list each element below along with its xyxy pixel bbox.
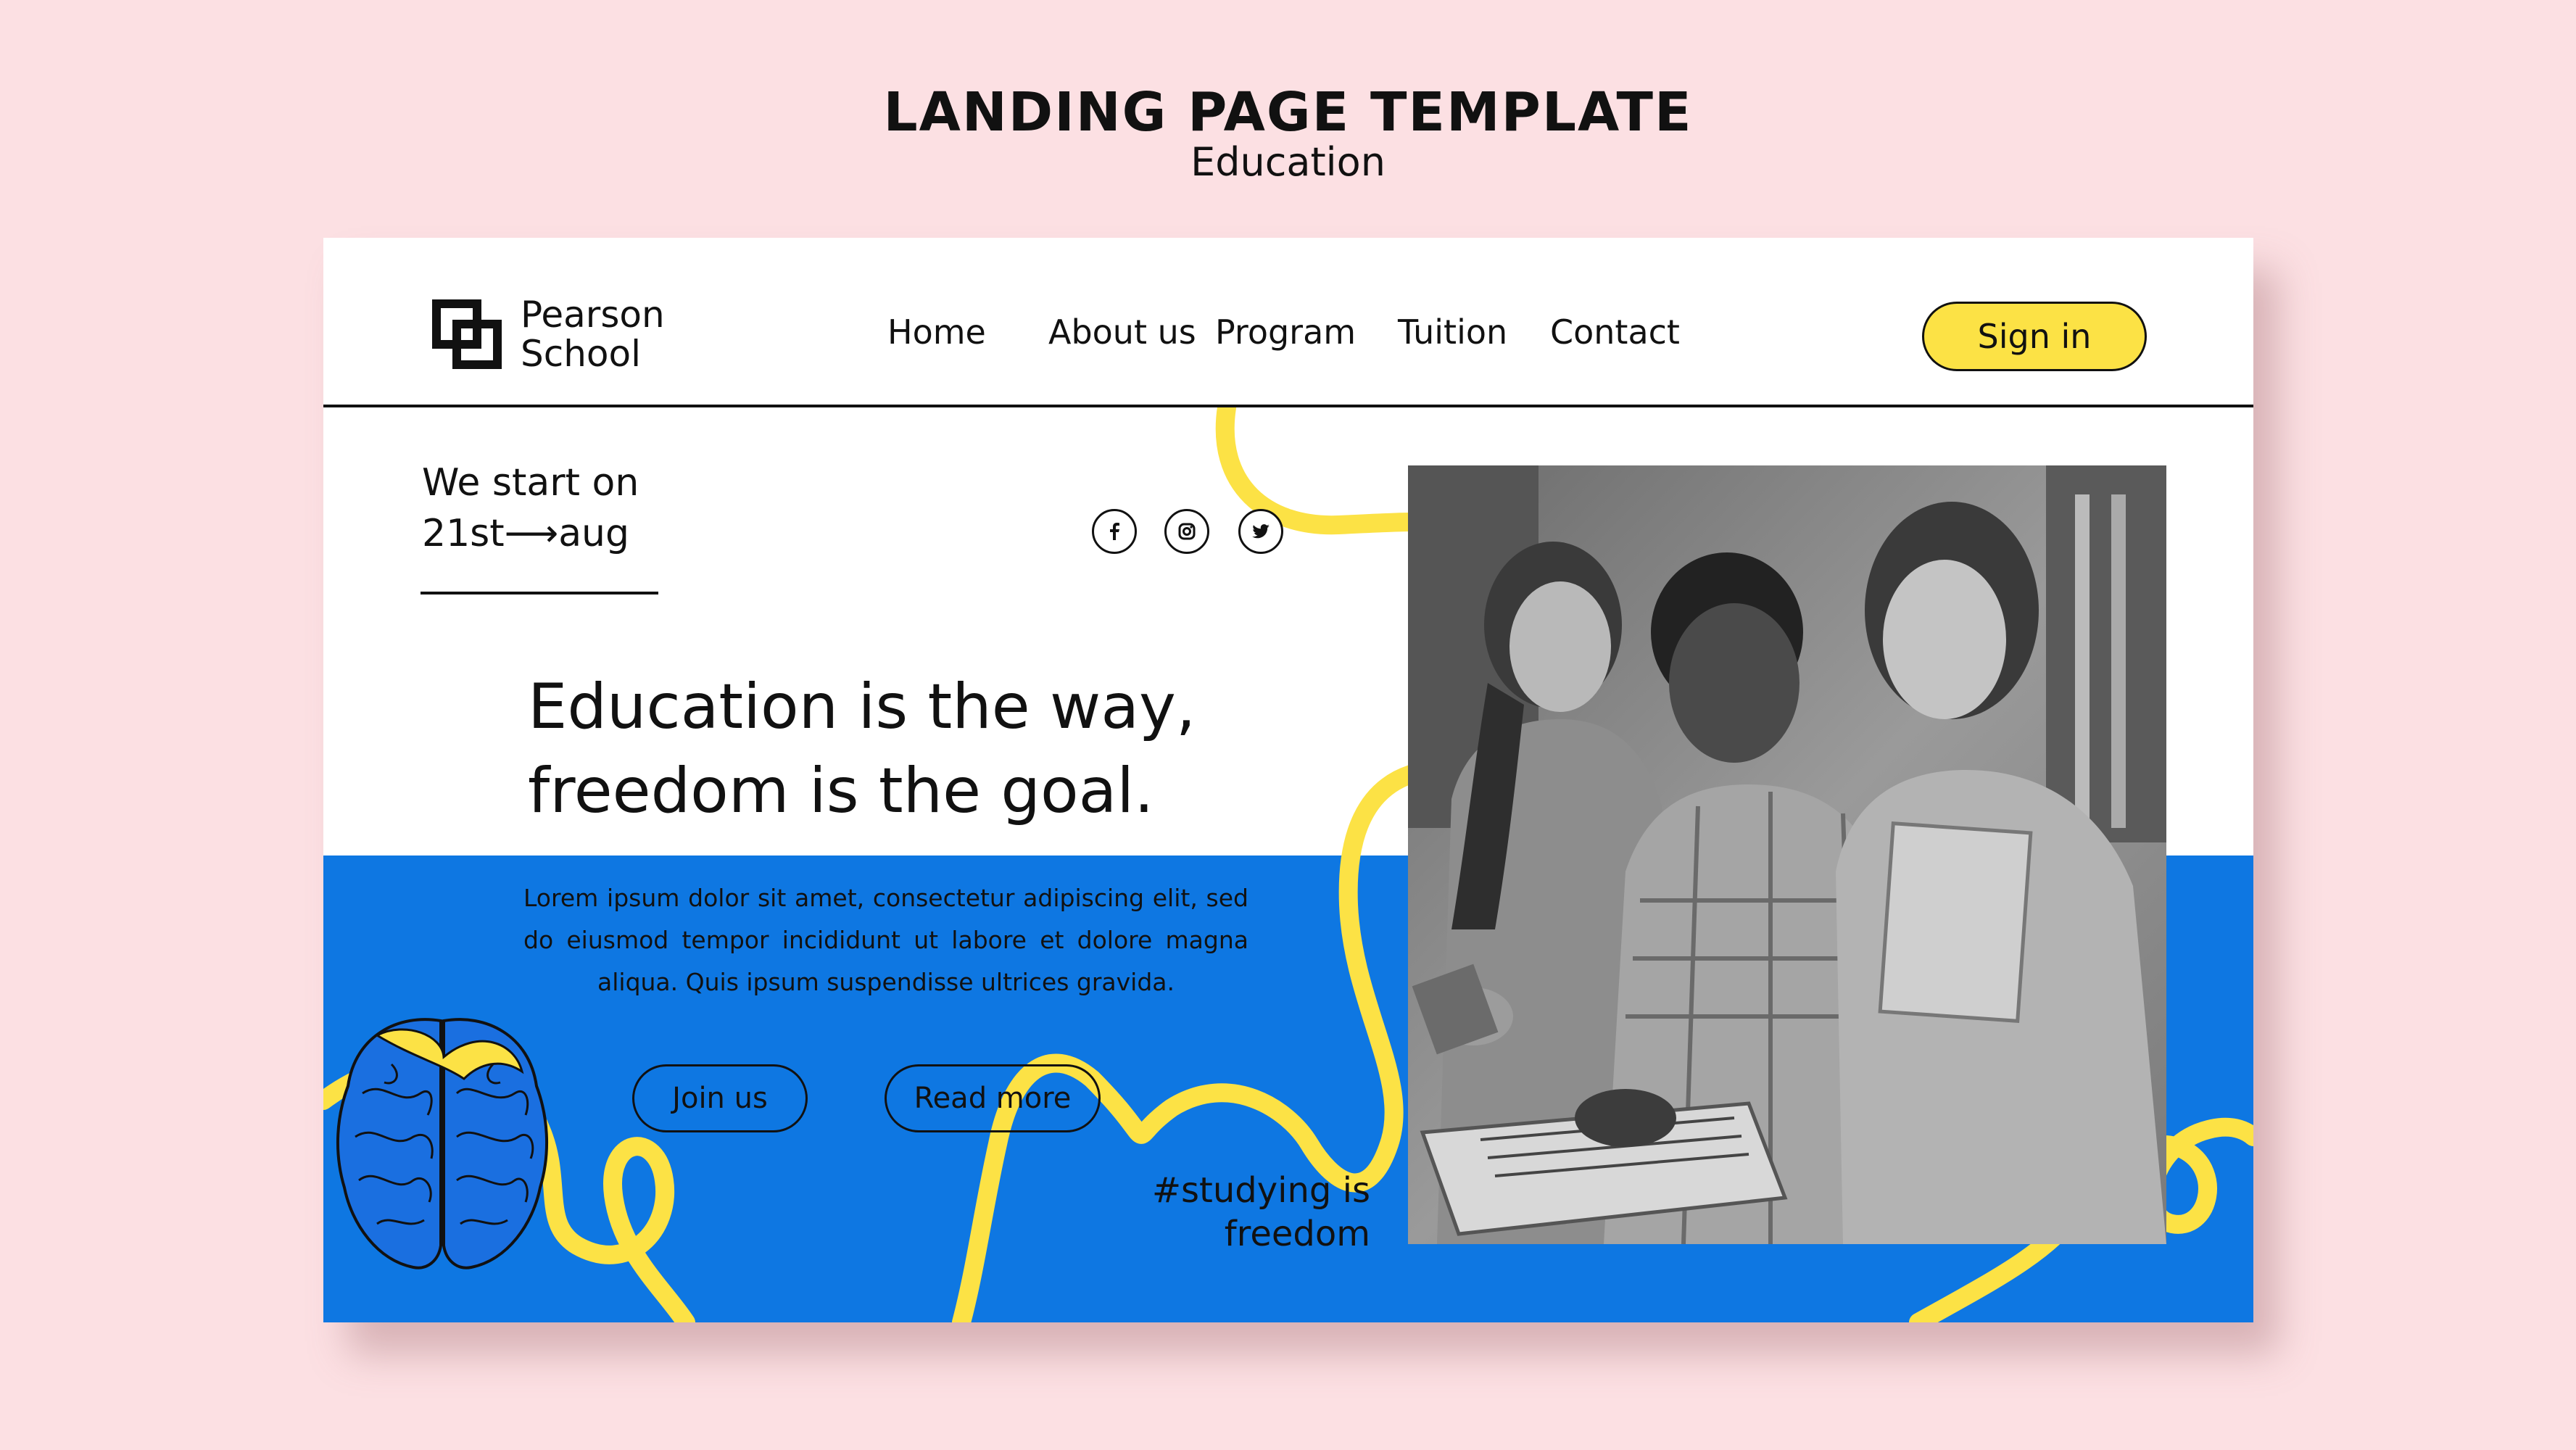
navbar: Pearson School Home About us Program Tui… <box>323 238 2253 407</box>
hero-headline-line1: Education is the way, <box>528 671 1196 743</box>
nav-program[interactable]: Program <box>1215 310 1356 354</box>
hero-body-text: Lorem ipsum dolor sit amet, consectetur … <box>523 884 1248 996</box>
sign-in-button[interactable]: Sign in <box>1922 302 2147 371</box>
page-title: LANDING PAGE TEMPLATE <box>883 81 1693 144</box>
nav-contact[interactable]: Contact <box>1550 310 1680 354</box>
landing-page-mockup: Pearson School Home About us Program Tui… <box>323 238 2253 1322</box>
nav-home[interactable]: Home <box>887 310 986 354</box>
brain-illustration <box>336 1018 549 1269</box>
start-date-label: We start on <box>422 461 639 505</box>
overlapping-squares-logo-icon[interactable] <box>432 299 502 369</box>
students-with-laptop-photo <box>1408 465 2166 1244</box>
hashtag-line2: freedom <box>1224 1214 1370 1254</box>
instagram-icon[interactable] <box>1164 509 1209 554</box>
join-us-button[interactable]: Join us <box>632 1064 808 1132</box>
logo-text-line1[interactable]: Pearson <box>521 294 665 335</box>
nav-about-us[interactable]: About us <box>1048 310 1196 354</box>
hashtag-line1: #studying is <box>1151 1170 1370 1211</box>
logo-text-line2[interactable]: School <box>521 334 641 374</box>
page-subtitle: Education <box>1190 139 1386 185</box>
start-date-underline <box>421 592 658 594</box>
facebook-icon[interactable] <box>1092 509 1137 554</box>
twitter-icon[interactable] <box>1238 509 1283 554</box>
read-more-button[interactable]: Read more <box>885 1064 1101 1132</box>
hero-headline-line2: freedom is the goal. <box>528 755 1154 827</box>
start-date-value: 21st⟶aug <box>422 512 630 555</box>
nav-tuition[interactable]: Tuition <box>1398 310 1507 354</box>
